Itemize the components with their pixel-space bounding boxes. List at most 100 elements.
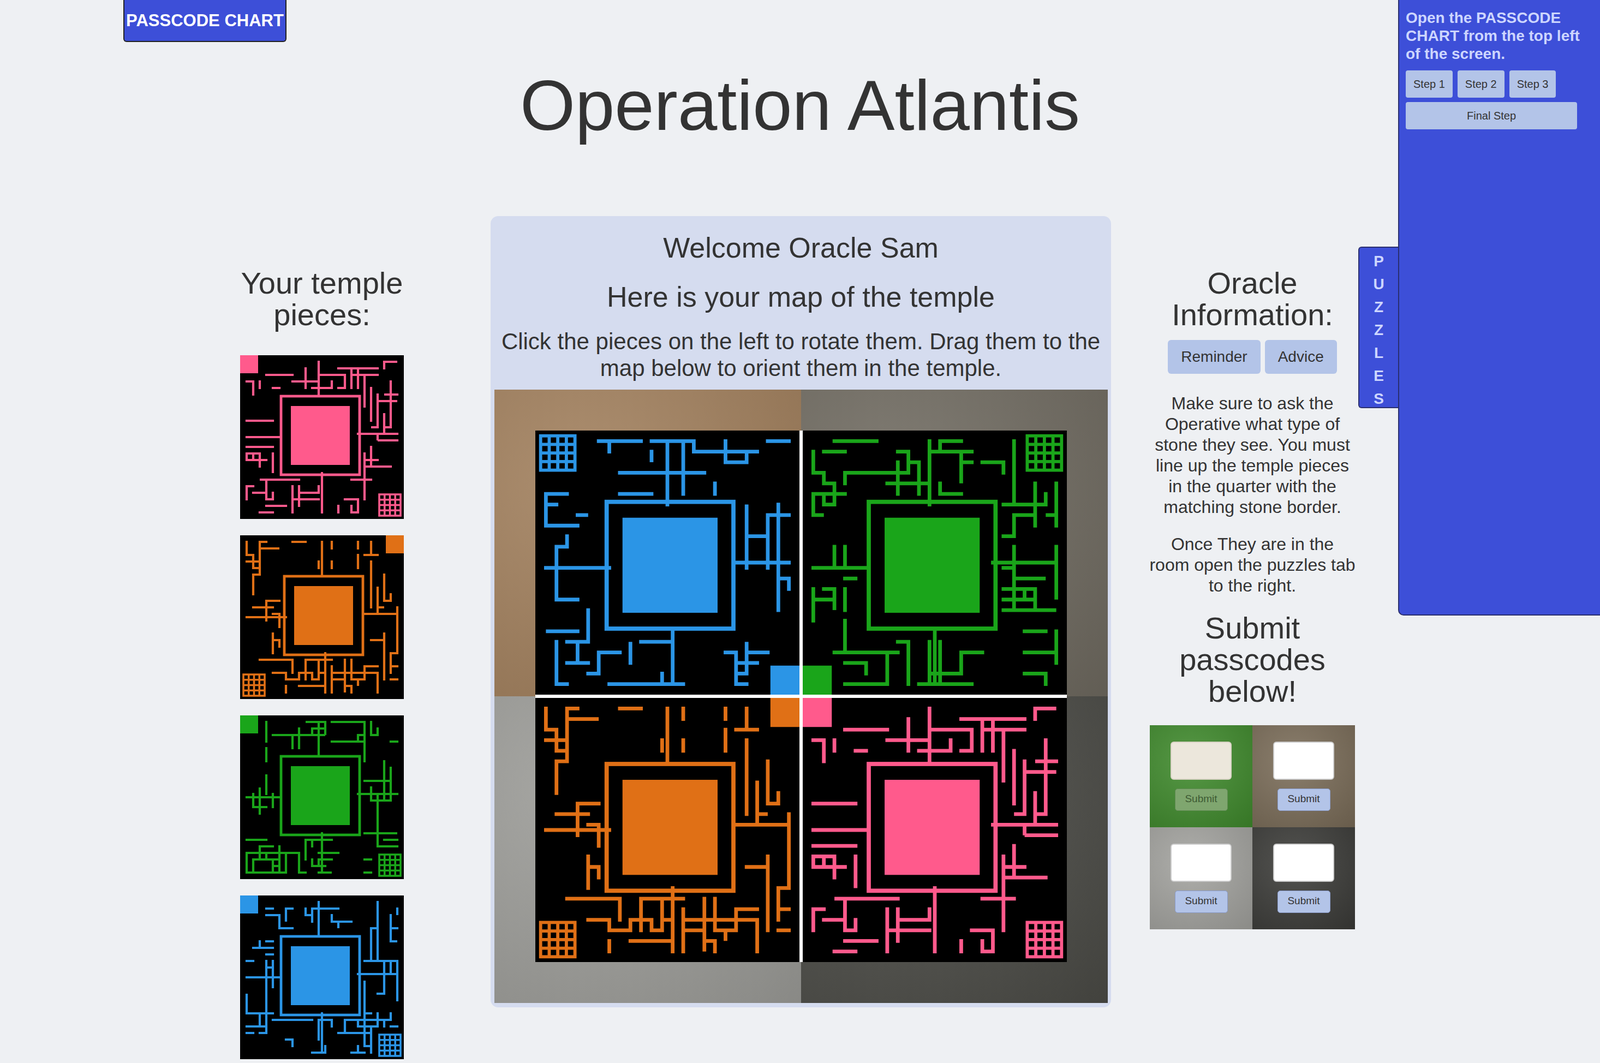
maze-lines: [246, 721, 398, 873]
corner-grid: [1027, 436, 1062, 471]
puzzles-tab[interactable]: PUZZLES: [1358, 246, 1399, 409]
corner-square: [240, 895, 259, 914]
corner-square: [769, 697, 799, 727]
temple-piece[interactable]: [240, 355, 404, 519]
chamber-square: [622, 517, 718, 613]
grid-lines: [379, 854, 401, 876]
oracle-heading: Oracle Information:: [1148, 267, 1357, 331]
passcode-input[interactable]: [1170, 843, 1232, 882]
maze-lines: [813, 708, 1056, 952]
chamber-square: [290, 766, 350, 826]
chamber-square: [294, 586, 354, 646]
corner-square: [802, 665, 832, 695]
map-instructions: Click the pieces on the left to rotate t…: [500, 327, 1102, 382]
chamber-square: [884, 517, 980, 613]
submit-button: Submit: [1174, 788, 1228, 811]
chamber-outline: [606, 502, 733, 629]
maze-lines: [246, 361, 398, 513]
map-panel: Welcome Oracle Sam Here is your map of th…: [490, 216, 1112, 1008]
chamber-outline: [284, 576, 363, 655]
grid-lines: [1027, 922, 1062, 957]
chamber-outline: [281, 936, 360, 1016]
grid-lines: [1027, 436, 1062, 471]
grid-frame: [1027, 922, 1062, 957]
temple-piece[interactable]: [240, 535, 404, 700]
grid-frame: [540, 436, 575, 471]
submit-button[interactable]: Submit: [1277, 890, 1331, 913]
piece-orientation: [240, 715, 401, 876]
chamber-square: [290, 406, 350, 465]
step-button[interactable]: Step 3: [1509, 70, 1557, 98]
chamber-outline: [281, 396, 360, 475]
passcode-input: [1170, 741, 1232, 780]
grid-lines: [540, 922, 575, 957]
grid-frame: [379, 854, 401, 876]
maze-lines: [545, 440, 789, 684]
submit-button[interactable]: Submit: [1277, 788, 1331, 811]
passcode-input[interactable]: [1273, 843, 1335, 882]
corner-grid: [1027, 922, 1062, 957]
passcode-input[interactable]: [1273, 741, 1335, 780]
chamber-square: [290, 946, 350, 1006]
placed-piece[interactable]: [802, 697, 1067, 963]
maze-lines: [545, 708, 789, 952]
grid-frame: [379, 494, 401, 516]
placed-piece[interactable]: [535, 697, 800, 963]
final-step-row: Final Step: [1405, 102, 1594, 130]
oracle-column: Oracle Information: ReminderAdvice Make su…: [1148, 216, 1357, 930]
submit-box: Submit: [1252, 725, 1355, 828]
corner-grid: [540, 922, 575, 957]
step-button[interactable]: Step 1: [1405, 70, 1453, 98]
chamber-outline: [868, 502, 996, 629]
corner-grid: [379, 854, 401, 876]
corner-grid: [379, 494, 401, 516]
temple-pieces-column: Your temple pieces:: [212, 216, 432, 1060]
grid-frame: [540, 922, 575, 957]
grid-lines: [243, 674, 265, 696]
maze-lines: [813, 440, 1056, 684]
welcome-text: Welcome Oracle Sam: [493, 230, 1108, 266]
temple-map: [494, 389, 1108, 1004]
submit-box: Submit: [1149, 725, 1253, 828]
oracle-tab[interactable]: Reminder: [1167, 339, 1261, 374]
oracle-tab[interactable]: Advice: [1264, 339, 1337, 374]
submit-button[interactable]: Submit: [1174, 890, 1228, 913]
grid-lines: [379, 494, 401, 516]
temple-piece[interactable]: [240, 895, 404, 1060]
chamber-square: [622, 779, 718, 875]
oracle-text: Once They are in the room open the puzzl…: [1148, 533, 1357, 596]
submit-grid: Submit Submit Submit Submit: [1149, 725, 1355, 930]
corner-grid: [243, 674, 265, 696]
step-button[interactable]: Step 2: [1457, 70, 1505, 98]
steps-instructions: Open the PASSCODE CHART from the top lef…: [1405, 8, 1594, 63]
corner-square: [769, 665, 799, 695]
chamber-outline: [281, 756, 360, 835]
chamber-outline: [868, 763, 996, 891]
page-title: Operation Atlantis: [0, 64, 1600, 147]
placed-piece[interactable]: [535, 430, 800, 695]
final-step-button[interactable]: Final Step: [1405, 102, 1578, 130]
puzzles-label[interactable]: PUZZLES: [1371, 249, 1387, 408]
corner-square: [802, 697, 832, 727]
map-subtitle: Here is your map of the temple: [493, 279, 1108, 315]
grid-lines: [379, 1034, 401, 1056]
temple-board: [535, 430, 1067, 963]
submit-box: Submit: [1149, 827, 1253, 930]
oracle-tabs: ReminderAdvice: [1167, 339, 1337, 374]
piece-orientation: [802, 697, 1062, 957]
chamber-outline: [606, 763, 733, 891]
piece-orientation: [243, 535, 404, 696]
pieces-heading: Your temple pieces:: [212, 267, 432, 331]
maze-lines: [246, 902, 398, 1053]
placed-piece[interactable]: [802, 430, 1067, 695]
corner-square: [240, 355, 259, 374]
pieces-list: [240, 355, 404, 1060]
grid-frame: [1027, 436, 1062, 471]
passcode-chart-button[interactable]: PASSCODE CHART: [123, 0, 287, 43]
temple-piece[interactable]: [240, 715, 404, 880]
oracle-text: Make sure to ask the Operative what type…: [1148, 392, 1357, 518]
submit-heading: Submit passcodes below!: [1148, 612, 1357, 708]
grid-frame: [379, 1034, 401, 1056]
piece-orientation: [540, 697, 799, 957]
submit-box: Submit: [1252, 827, 1355, 930]
